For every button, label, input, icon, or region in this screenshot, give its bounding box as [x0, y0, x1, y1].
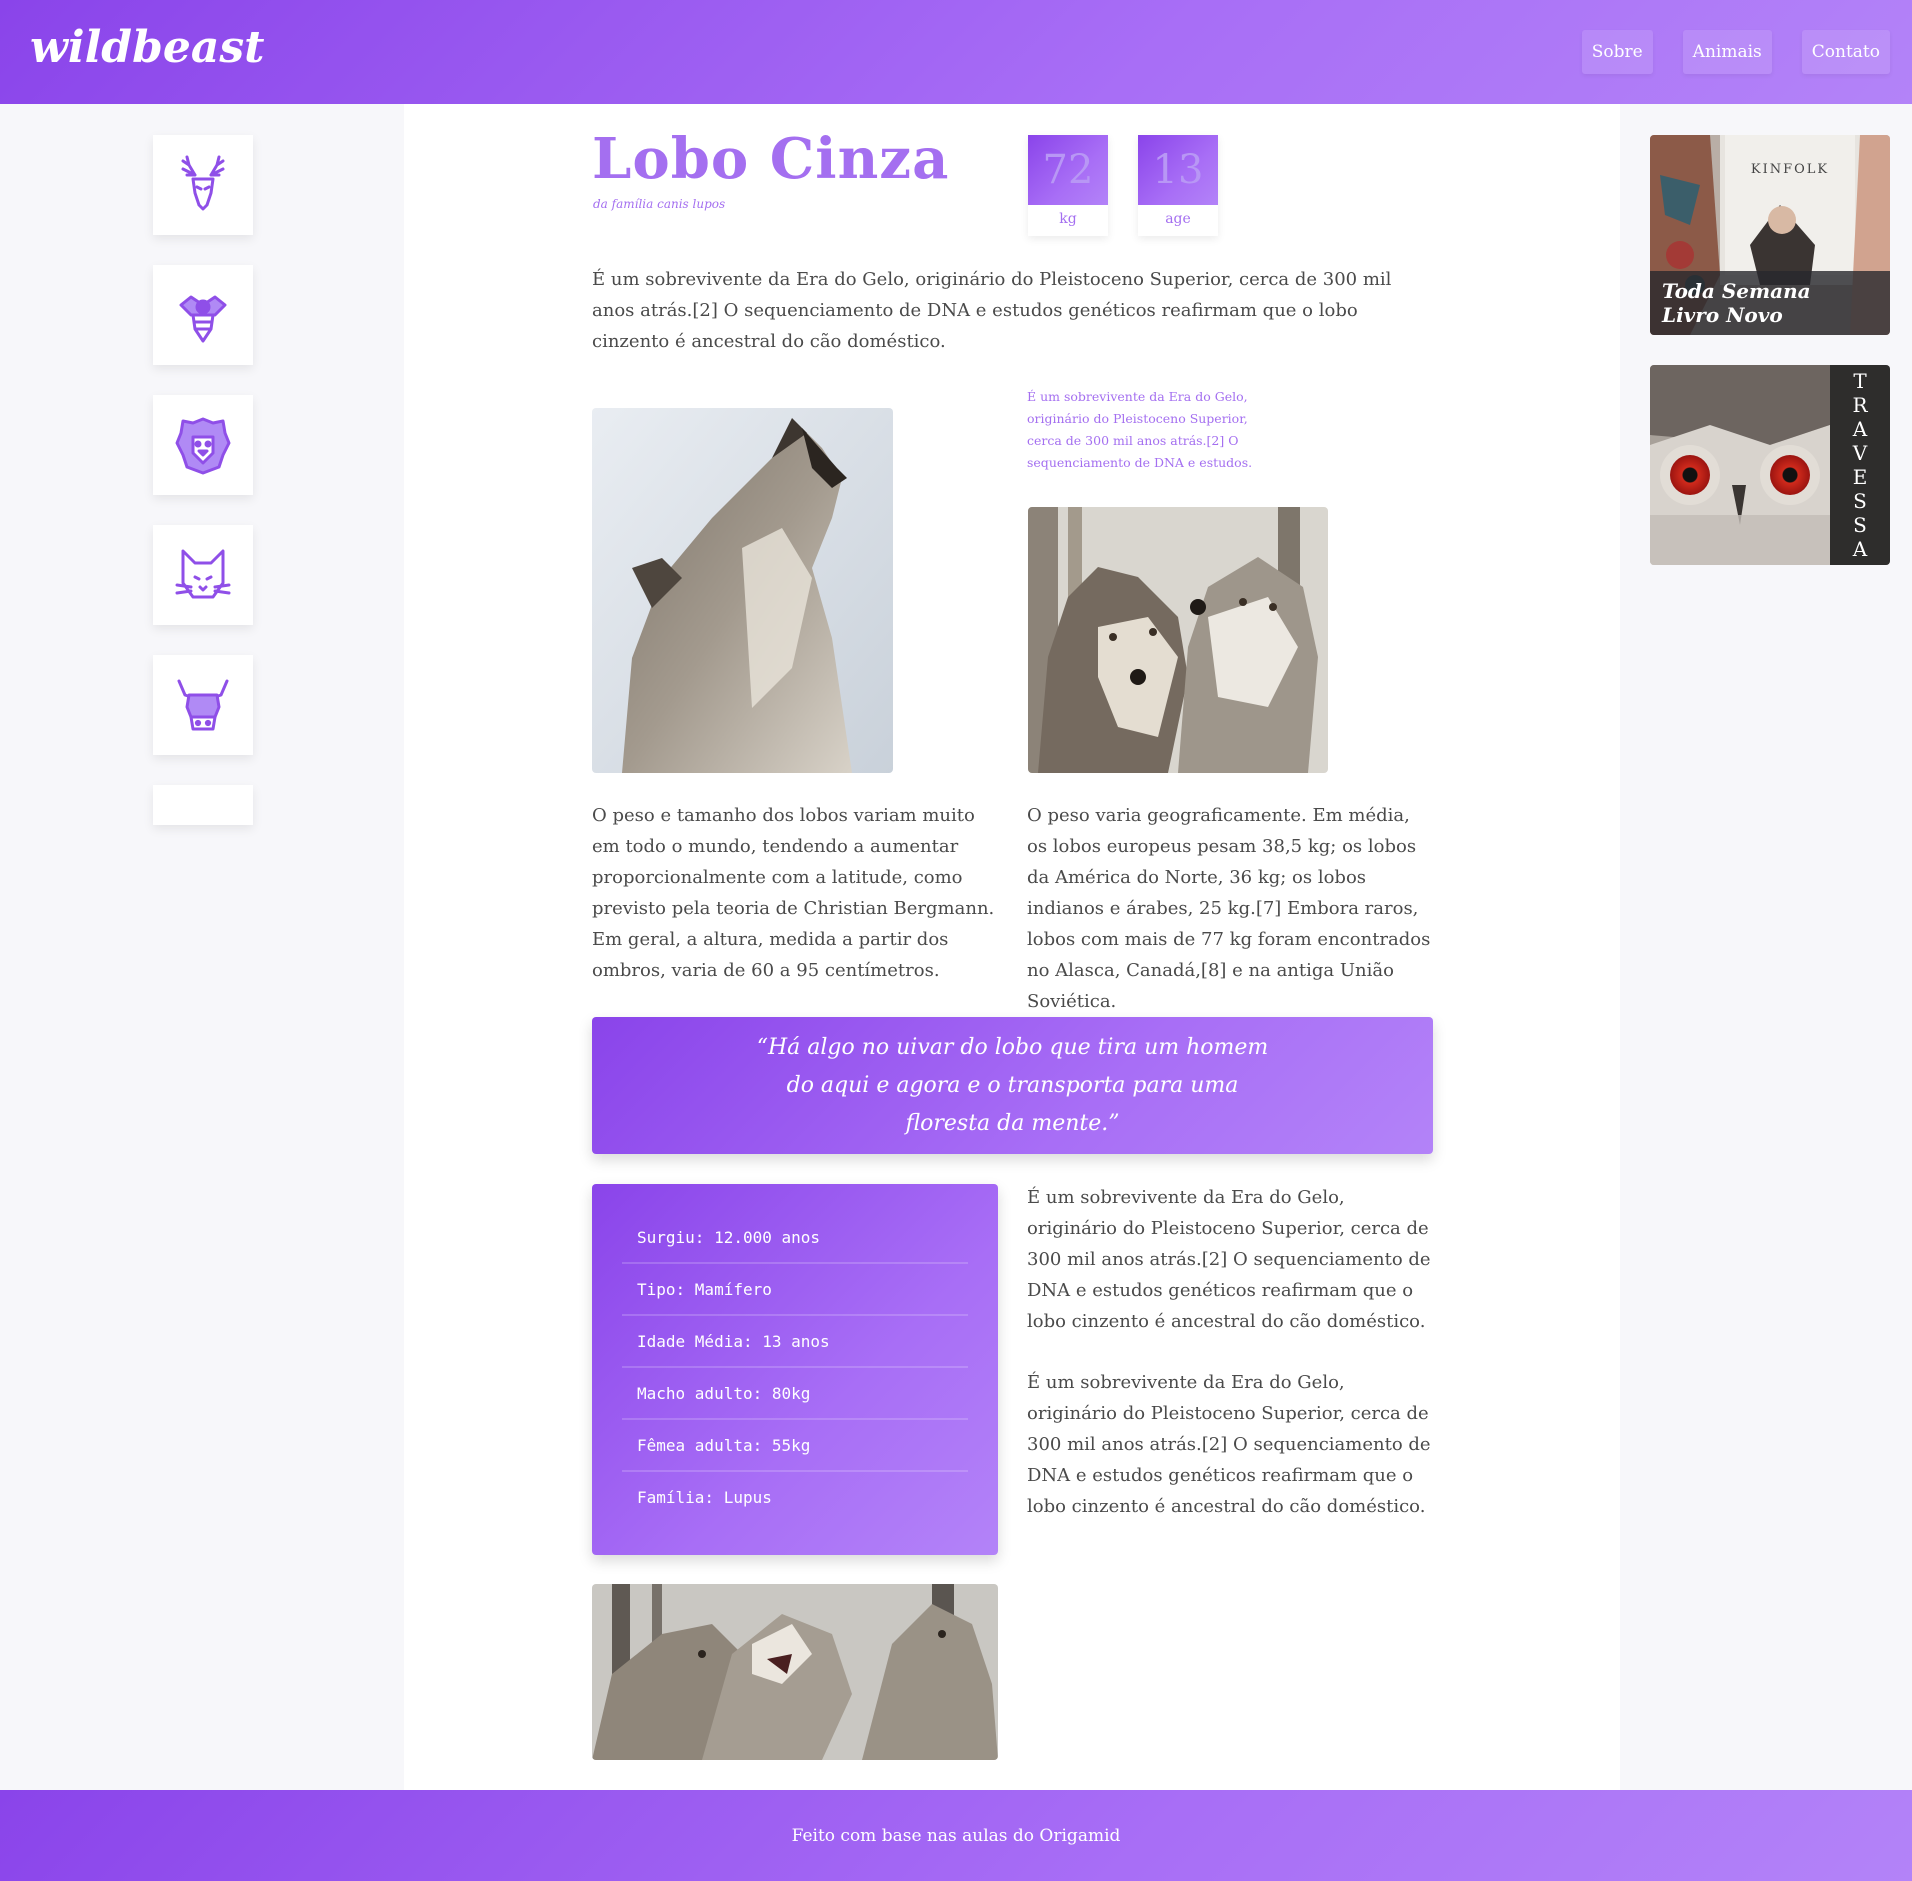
facts-list: Surgiu: 12.000 anos Tipo: Mamífero Idade…	[622, 1212, 968, 1524]
deer-icon	[181, 155, 225, 211]
ad-letter: A	[1852, 537, 1868, 561]
sidebar-item-bee[interactable]	[153, 265, 253, 365]
stat-weight: 72 kg	[1028, 135, 1108, 236]
wolf-quote: “Há algo no uivar do lobo que tira um ho…	[592, 1017, 1433, 1154]
lion-icon	[175, 417, 231, 475]
ad-letter: E	[1852, 465, 1868, 489]
sidebar-item-empty[interactable]	[153, 785, 253, 825]
stat-weight-value: 72	[1028, 135, 1108, 205]
fact-item-tipo: Tipo: Mamífero	[622, 1264, 968, 1316]
sidebar-item-deer[interactable]	[153, 135, 253, 235]
fact-item-surgiu: Surgiu: 12.000 anos	[622, 1212, 968, 1264]
site-footer: Feito com base nas aulas do Origamid	[0, 1790, 1912, 1881]
howling-wolf-photo	[592, 408, 893, 773]
ad-letter: S	[1853, 513, 1867, 537]
extra-paragraph-2: É um sobrevivente da Era do Gelo, origin…	[1027, 1372, 1431, 1517]
fact-item-familia: Família: Lupus	[637, 1488, 772, 1507]
wolf-pack-photo	[592, 1584, 998, 1760]
bee-icon	[179, 295, 227, 343]
weight-size-paragraph: O peso e tamanho dos lobos variam muito …	[592, 805, 995, 981]
page-title: Lobo Cinza	[592, 126, 950, 192]
extra-paragraph-1: É um sobrevivente da Era do Gelo, origin…	[1027, 1187, 1431, 1332]
stat-age: 13 age	[1138, 135, 1218, 236]
facts-panel: Surgiu: 12.000 anos Tipo: Mamífero Idade…	[592, 1184, 998, 1555]
stat-age-label: age	[1165, 211, 1191, 227]
footer-credit: Feito com base nas aulas do Origamid	[791, 1825, 1121, 1846]
family-subtitle: da família canis lupos	[593, 197, 726, 211]
main-nav: Sobre Animais Contato	[1581, 30, 1890, 74]
cat-icon	[175, 549, 231, 599]
nav-link-sobre[interactable]: Sobre	[1581, 30, 1653, 74]
ad-letter: A	[1852, 417, 1868, 441]
ads-sidebar	[1620, 104, 1912, 1790]
sidebar-item-lion[interactable]	[153, 395, 253, 495]
fact-item-femea: Fêmea adulta: 55kg	[622, 1420, 968, 1472]
geographic-weight-paragraph: O peso varia geograficamente. Em média, …	[1027, 805, 1431, 1012]
fact-item-idade: Idade Média: 13 anos	[622, 1316, 968, 1368]
bull-icon	[177, 679, 229, 731]
ad-kinfolk[interactable]: KINFOLK Toda Semana Livro Novo	[1650, 135, 1890, 335]
nav-link-contato[interactable]: Contato	[1801, 30, 1890, 74]
extra-paragraphs: É um sobrevivente da Era do Gelo, origin…	[1027, 1182, 1435, 1522]
site-logo[interactable]: wildbeast	[30, 22, 264, 73]
two-wolves-photo	[1028, 507, 1328, 773]
side-note: É um sobrevivente da Era do Gelo, origin…	[1027, 389, 1253, 470]
ad-letter: R	[1852, 393, 1868, 417]
ad-caption-line-1: Toda Semana	[1662, 279, 1811, 303]
sidebar-item-bull[interactable]	[153, 655, 253, 755]
ad-kinfolk-caption: Toda Semana Livro Novo	[1650, 271, 1890, 335]
stat-weight-label: kg	[1059, 211, 1077, 227]
ad-letter: S	[1853, 489, 1867, 513]
ad-kinfolk-brand: KINFOLK	[1751, 162, 1829, 177]
ad-caption-line-2: Livro Novo	[1662, 303, 1783, 327]
ad-letter: T	[1853, 369, 1867, 393]
site-header: wildbeast Sobre Animais Contato	[0, 0, 1912, 104]
stat-age-value: 13	[1138, 135, 1218, 205]
nav-link-animais[interactable]: Animais	[1682, 30, 1772, 74]
fact-item-macho: Macho adulto: 80kg	[622, 1368, 968, 1420]
ad-travessa-vertical-text: T R A V E S S A	[1830, 365, 1890, 565]
intro-paragraph: É um sobrevivente da Era do Gelo, origin…	[592, 269, 1392, 352]
ad-letter: V	[1852, 441, 1868, 465]
sidebar-item-cat[interactable]	[153, 525, 253, 625]
ad-travessa[interactable]: T R A V E S S A	[1650, 365, 1890, 565]
